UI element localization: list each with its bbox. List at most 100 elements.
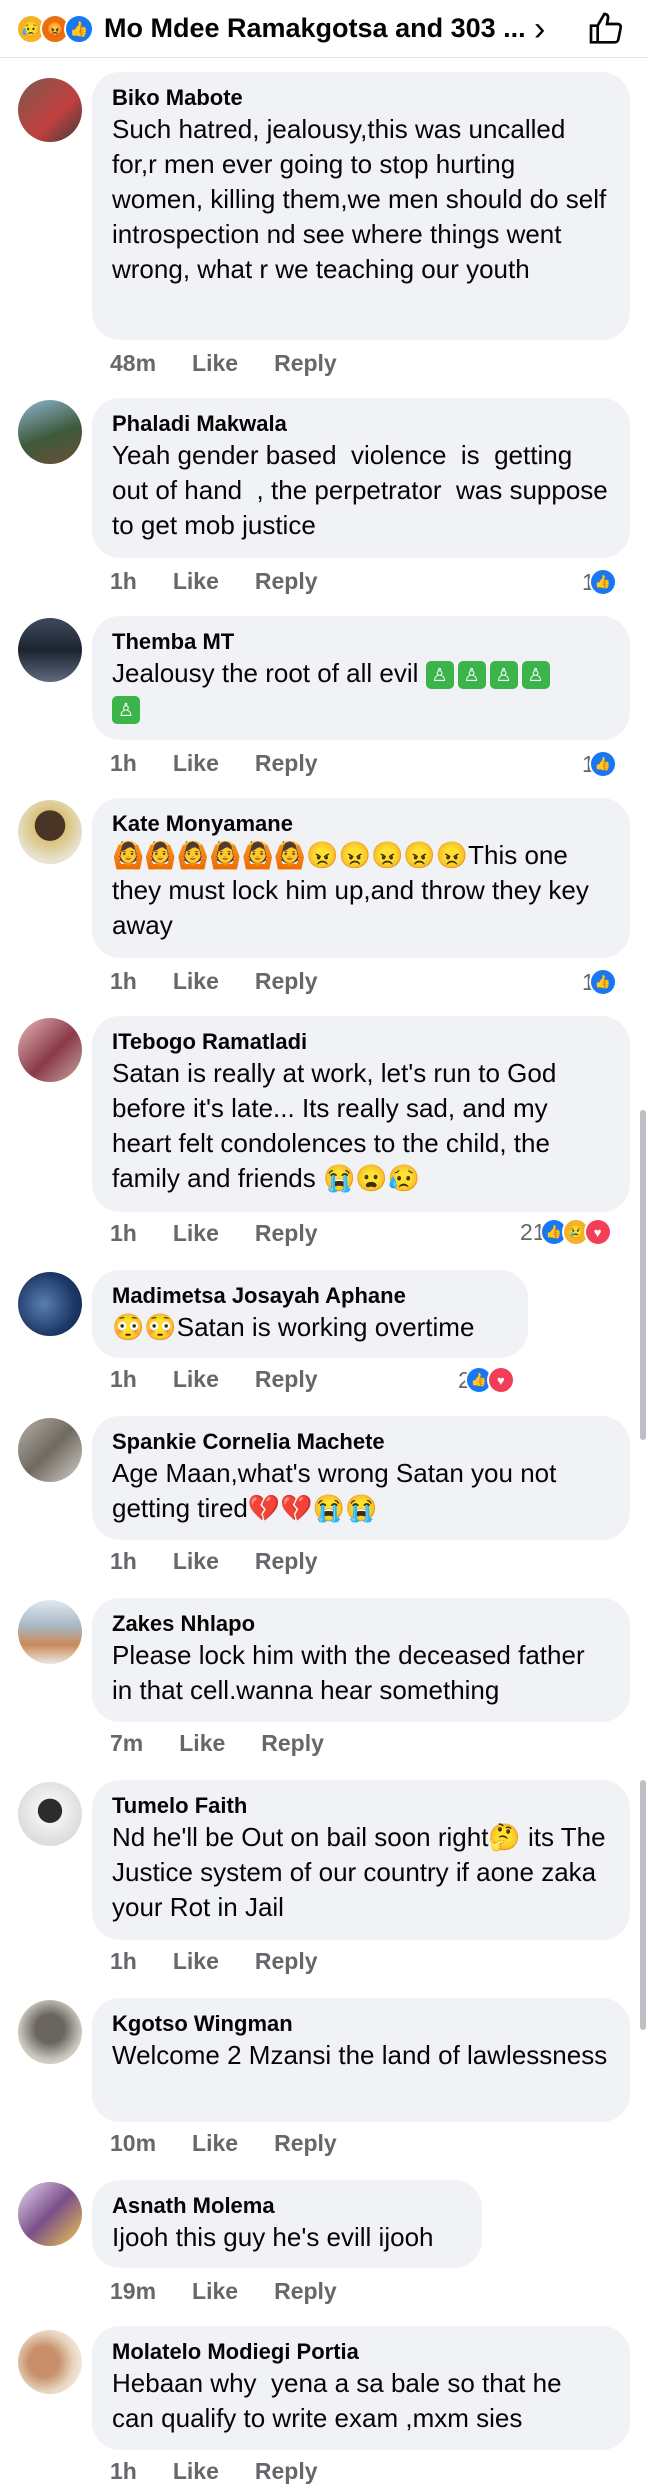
comment-text: Hebaan why yena a sa bale so that he can…: [112, 2368, 569, 2433]
comment-actions: 1h Like Reply: [110, 1366, 354, 1393]
comment-author[interactable]: Kate Monyamane: [112, 810, 610, 838]
reaction-count[interactable]: 21 👍 😢 ♥: [520, 1218, 612, 1246]
comment-author[interactable]: Molatelo Modiegi Portia: [112, 2338, 610, 2366]
reply-button[interactable]: Reply: [255, 1366, 318, 1393]
love-reaction-icon: ♥: [486, 1366, 515, 1394]
reply-button[interactable]: Reply: [255, 750, 318, 777]
reaction-count[interactable]: 1 👍: [582, 750, 617, 778]
comment-actions: 1h Like Reply: [110, 968, 354, 995]
comment-author[interactable]: Biko Mabote: [112, 84, 610, 112]
like-button[interactable]: Like: [173, 968, 219, 995]
avatar[interactable]: [18, 1018, 82, 1082]
comment-actions: 1h Like Reply: [110, 1948, 354, 1975]
like-reaction-icon: 👍: [64, 13, 94, 44]
reply-button[interactable]: Reply: [255, 968, 318, 995]
comment-bubble: Phaladi Makwala Yeah gender based violen…: [92, 398, 630, 558]
avatar[interactable]: [18, 2330, 82, 2394]
scrollbar-thumb[interactable]: [640, 1780, 646, 2030]
comment-actions: 48m Like Reply: [110, 350, 373, 377]
comment-text: 🙆🙆🙆🙆🙆🙆😠😠😠😠😠This one they must lock him u…: [112, 840, 597, 940]
comment-bubble: Themba MT Jealousy the root of all evil …: [92, 616, 630, 740]
reply-button[interactable]: Reply: [274, 2130, 337, 2157]
reply-button[interactable]: Reply: [255, 1220, 318, 1247]
comment-time: 1h: [110, 1220, 137, 1246]
avatar[interactable]: [18, 2182, 82, 2246]
like-button[interactable]: Like: [173, 2458, 219, 2485]
avatar[interactable]: [18, 1782, 82, 1846]
comment-time: 10m: [110, 2130, 157, 2156]
like-button[interactable]: Like: [173, 1948, 219, 1975]
like-reaction-icon: 👍: [588, 750, 617, 778]
comment-time: 1h: [110, 1366, 137, 1392]
comment-actions: 10m Like Reply: [110, 2130, 373, 2157]
emoji-icon: ♙: [457, 661, 486, 690]
comment-actions: 19m Like Reply: [110, 2278, 373, 2305]
reply-button[interactable]: Reply: [255, 568, 318, 595]
comment-author[interactable]: Kgotso Wingman: [112, 2010, 610, 2038]
love-reaction-icon: ♥: [583, 1218, 612, 1246]
like-button[interactable]: Like: [173, 568, 219, 595]
avatar[interactable]: [18, 1600, 82, 1664]
comment-time: 1h: [110, 2458, 137, 2484]
scrollbar-thumb[interactable]: [640, 1110, 646, 1440]
reply-button[interactable]: Reply: [255, 2458, 318, 2485]
comment-time: 48m: [110, 350, 157, 376]
comment-bubble: Asnath Molema Ijooh this guy he's evill …: [92, 2180, 482, 2268]
reaction-count[interactable]: 1 👍: [582, 568, 617, 596]
like-button[interactable]: Like: [173, 1366, 219, 1393]
reply-button[interactable]: Reply: [274, 350, 337, 377]
comment-actions: 1h Like Reply: [110, 1548, 354, 1575]
avatar[interactable]: [18, 78, 82, 142]
thumbs-up-icon[interactable]: [586, 9, 626, 49]
comment-author[interactable]: Madimetsa Josayah Aphane: [112, 1282, 508, 1310]
reaction-summary[interactable]: 😥 😡 👍: [16, 13, 94, 44]
comment-author[interactable]: Spankie Cornelia Machete: [112, 1428, 610, 1456]
comment-text: 😳😳Satan is working overtime: [112, 1312, 475, 1342]
comment-time: 1h: [110, 1548, 137, 1574]
comment-bubble: Kgotso Wingman Welcome 2 Mzansi the land…: [92, 1998, 630, 2122]
avatar[interactable]: [18, 618, 82, 682]
comment-author[interactable]: Tumelo Faith: [112, 1792, 610, 1820]
emoji-icon: ♙: [521, 661, 550, 690]
avatar[interactable]: [18, 800, 82, 864]
reply-button[interactable]: Reply: [255, 1948, 318, 1975]
reaction-count[interactable]: 2 👍 ♥: [458, 1366, 515, 1394]
comment-text: Nd he'll be Out on bail soon right🤔 its …: [112, 1822, 613, 1922]
like-button[interactable]: Like: [173, 1548, 219, 1575]
like-button[interactable]: Like: [192, 2278, 238, 2305]
avatar[interactable]: [18, 2000, 82, 2064]
avatar[interactable]: [18, 1418, 82, 1482]
comment-text: Satan is really at work, let's run to Go…: [112, 1058, 564, 1193]
comment-actions: 1h Like Reply: [110, 2458, 354, 2485]
like-button[interactable]: Like: [173, 750, 219, 777]
like-button[interactable]: Like: [173, 1220, 219, 1247]
like-button[interactable]: Like: [192, 350, 238, 377]
comment-bubble: Tumelo Faith Nd he'll be Out on bail soo…: [92, 1780, 630, 1940]
comment-actions: 1h Like Reply: [110, 568, 354, 595]
comment-author[interactable]: Phaladi Makwala: [112, 410, 610, 438]
comment-author[interactable]: ITebogo Ramatladi: [112, 1028, 610, 1056]
comment-time: 19m: [110, 2278, 157, 2304]
reply-button[interactable]: Reply: [255, 1548, 318, 1575]
emoji-icon: ♙: [489, 661, 518, 690]
chevron-right-icon[interactable]: ›: [534, 10, 545, 49]
comment-bubble: ITebogo Ramatladi Satan is really at wor…: [92, 1016, 630, 1212]
avatar[interactable]: [18, 1272, 82, 1336]
comment-text: Please lock him with the deceased father…: [112, 1640, 592, 1705]
comment-author[interactable]: Zakes Nhlapo: [112, 1610, 610, 1638]
reply-button[interactable]: Reply: [261, 1730, 324, 1757]
reply-button[interactable]: Reply: [274, 2278, 337, 2305]
comment-text: Age Maan,what's wrong Satan you not gett…: [112, 1458, 564, 1523]
reaction-count[interactable]: 1 👍: [582, 968, 617, 996]
avatar[interactable]: [18, 400, 82, 464]
comment-text: Ijooh this guy he's evill ijooh: [112, 2222, 434, 2252]
like-button[interactable]: Like: [179, 1730, 225, 1757]
comment-time: 1h: [110, 750, 137, 776]
comment-text: Welcome 2 Mzansi the land of lawlessness: [112, 2040, 608, 2070]
reactors-title[interactable]: Mo Mdee Ramakgotsa and 303 ...: [104, 13, 526, 44]
like-button[interactable]: Like: [192, 2130, 238, 2157]
comment-author[interactable]: Themba MT: [112, 628, 610, 656]
emoji-icon: ♙: [425, 661, 454, 690]
like-reaction-icon: 👍: [588, 568, 617, 596]
comment-author[interactable]: Asnath Molema: [112, 2192, 462, 2220]
